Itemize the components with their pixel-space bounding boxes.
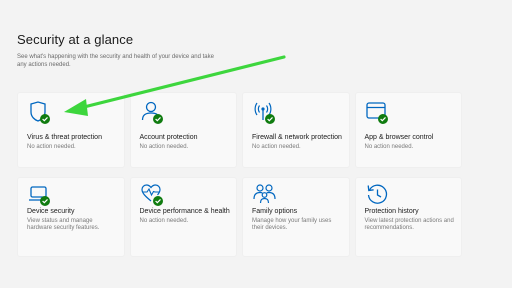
tile-label: Family options [252,208,298,215]
tile-label: Virus & threat protection [27,134,102,141]
heart-pulse-icon [140,182,166,208]
tile-status: View status and manage hardware security… [27,217,100,232]
tile-status: View latest protection actions and recom… [364,217,454,232]
history-icon [365,182,391,208]
tile-app-browser-control[interactable]: App & browser control No action needed. [354,92,462,168]
page-title: Security at a glance [17,32,134,47]
laptop-icon [27,182,53,208]
tile-status: Manage how your family uses their device… [252,217,332,232]
person-icon [140,100,166,126]
family-icon [252,182,278,208]
tile-status: No action needed. [364,143,414,150]
tile-label: Account protection [139,134,198,141]
tile-label: Device security [27,208,75,215]
tile-device-security[interactable]: Device security View status and manage h… [17,177,125,257]
tile-virus-threat-protection[interactable]: Virus & threat protection No action need… [17,92,125,168]
tile-label: App & browser control [364,134,434,141]
app-browser-icon [365,100,391,126]
tile-protection-history[interactable]: Protection history View latest protectio… [354,177,462,257]
tile-device-performance-health[interactable]: Device performance & health No action ne… [129,177,237,257]
tile-status: No action needed. [252,143,301,150]
tile-status: No action needed. [139,143,189,150]
tile-account-protection[interactable]: Account protection No action needed. [129,92,237,168]
tile-family-options[interactable]: Family options Manage how your family us… [242,177,350,257]
tile-label: Firewall & network protection [252,134,342,141]
tile-status: No action needed. [139,217,189,224]
security-tiles-grid-row2: Device security View status and manage h… [17,177,462,257]
tile-status: No action needed. [27,143,76,150]
windows-security-home: Security at a glance See what's happenin… [0,0,512,288]
tile-label: Protection history [364,208,419,215]
tile-label: Device performance & health [139,208,230,215]
wifi-antenna-icon [252,100,278,126]
page-subtitle: See what's happening with the security a… [17,54,214,68]
shield-icon [27,100,53,126]
tile-firewall-network-protection[interactable]: Firewall & network protection No action … [242,92,350,168]
